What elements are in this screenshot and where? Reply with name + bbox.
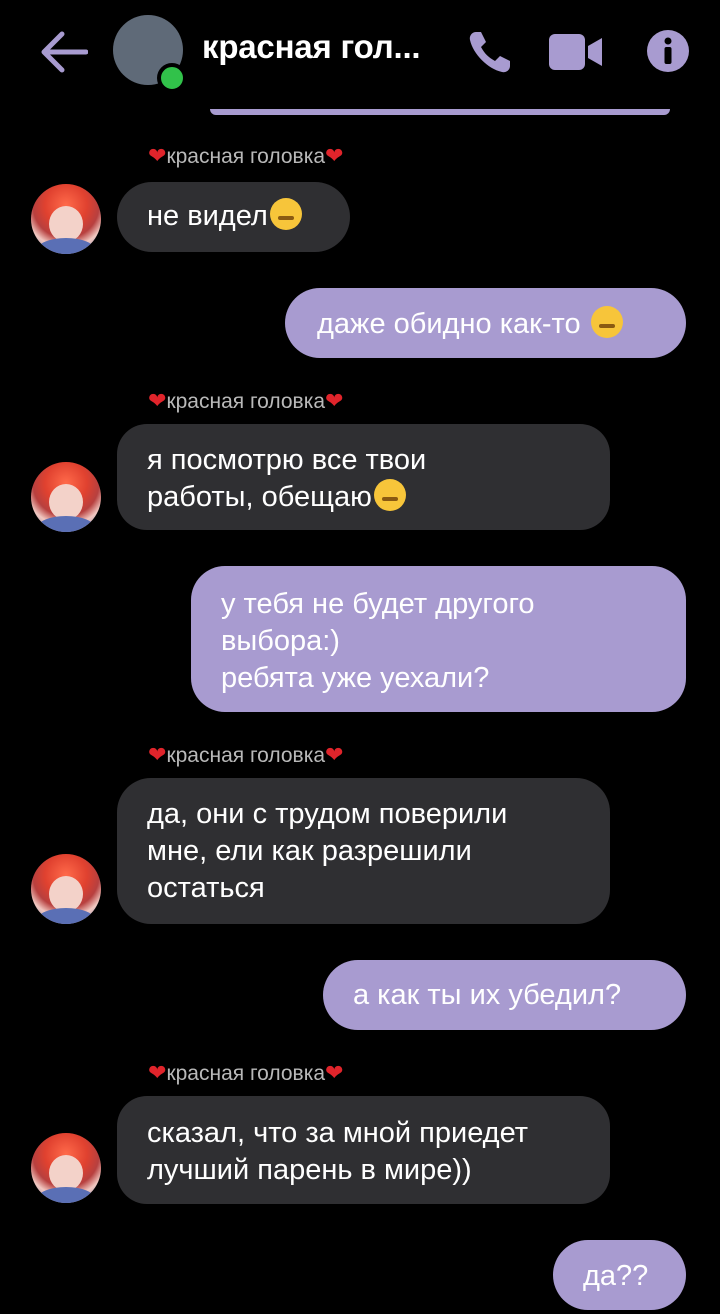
message-bubble-outgoing[interactable]: а как ты их убедил?: [323, 960, 686, 1030]
heart-icon: ❤: [325, 143, 344, 168]
online-status-dot: [157, 63, 187, 93]
sender-label: ❤красная головка❤: [148, 388, 344, 413]
pensive-face-emoji: [590, 306, 623, 338]
zany-face-emoji: [269, 198, 302, 230]
video-camera-icon[interactable]: [549, 32, 603, 72]
heart-icon: ❤: [148, 143, 167, 168]
message-bubble-incoming[interactable]: не видел: [117, 182, 350, 252]
sender-label: ❤красная головка❤: [148, 742, 344, 767]
heart-icon: ❤: [325, 1060, 344, 1085]
sender-avatar[interactable]: [31, 462, 101, 532]
sender-label: ❤красная головка❤: [148, 1060, 344, 1085]
heart-icon: ❤: [325, 388, 344, 413]
message-bubble-outgoing[interactable]: даже обидно как-то: [285, 288, 686, 358]
message-bubble-incoming[interactable]: я посмотрю все твои работы, обещаю: [117, 424, 610, 530]
heart-icon: ❤: [325, 742, 344, 767]
sender-avatar[interactable]: [31, 184, 101, 254]
message-bubble-outgoing[interactable]: у тебя не будет другого выбора:) ребята …: [191, 566, 686, 712]
heart-icon: ❤: [148, 1060, 167, 1085]
message-bubble-incoming[interactable]: сказал, что за мной приедет лучший парен…: [117, 1096, 610, 1204]
message-bubble-incoming[interactable]: да, они с трудом поверили мне, ели как р…: [117, 778, 610, 924]
sender-label: ❤красная головка❤: [148, 143, 344, 168]
contact-name[interactable]: красная гол...: [202, 28, 452, 66]
info-icon[interactable]: [646, 29, 690, 73]
header-separator: [210, 109, 670, 115]
heart-icon: ❤: [148, 388, 167, 413]
back-arrow-icon[interactable]: [36, 28, 88, 76]
sender-avatar[interactable]: [31, 854, 101, 924]
heart-icon: ❤: [148, 742, 167, 767]
sender-avatar[interactable]: [31, 1133, 101, 1203]
chat-header: красная гол...: [0, 0, 720, 115]
smiling-face-with-hearts-emoji: [373, 479, 406, 511]
message-bubble-outgoing[interactable]: да??: [553, 1240, 686, 1310]
phone-icon[interactable]: [466, 28, 514, 76]
